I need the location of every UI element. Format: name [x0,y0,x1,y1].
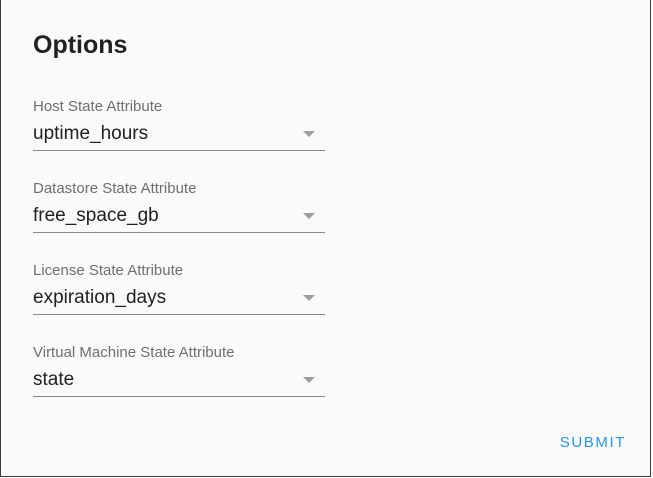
datastore-state-attribute-field: Datastore State Attribute free_space_gb [33,180,325,238]
host-state-attribute-label: Host State Attribute [33,98,163,115]
vm-state-attribute-label: Virtual Machine State Attribute [33,344,235,361]
vm-state-attribute-select[interactable]: state [33,362,325,397]
submit-button[interactable]: SUBMIT [560,432,626,454]
chevron-down-icon [303,213,315,219]
license-state-attribute-select[interactable]: expiration_days [33,280,325,315]
datastore-state-attribute-label: Datastore State Attribute [33,180,197,197]
host-state-attribute-value: uptime_hours [33,123,149,144]
dialog-title: Options [33,31,128,59]
chevron-down-icon [303,295,315,301]
license-state-attribute-label: License State Attribute [33,262,184,279]
datastore-state-attribute-value: free_space_gb [33,205,159,226]
host-state-attribute-select[interactable]: uptime_hours [33,116,325,151]
vm-state-attribute-value: state [33,369,75,390]
license-state-attribute-field: License State Attribute expiration_days [33,262,325,320]
chevron-down-icon [303,377,315,383]
options-dialog: Options Host State Attribute uptime_hour… [0,0,651,477]
datastore-state-attribute-select[interactable]: free_space_gb [33,198,325,233]
vm-state-attribute-field: Virtual Machine State Attribute state [33,344,325,402]
license-state-attribute-value: expiration_days [33,287,167,308]
host-state-attribute-field: Host State Attribute uptime_hours [33,98,325,156]
chevron-down-icon [303,131,315,137]
